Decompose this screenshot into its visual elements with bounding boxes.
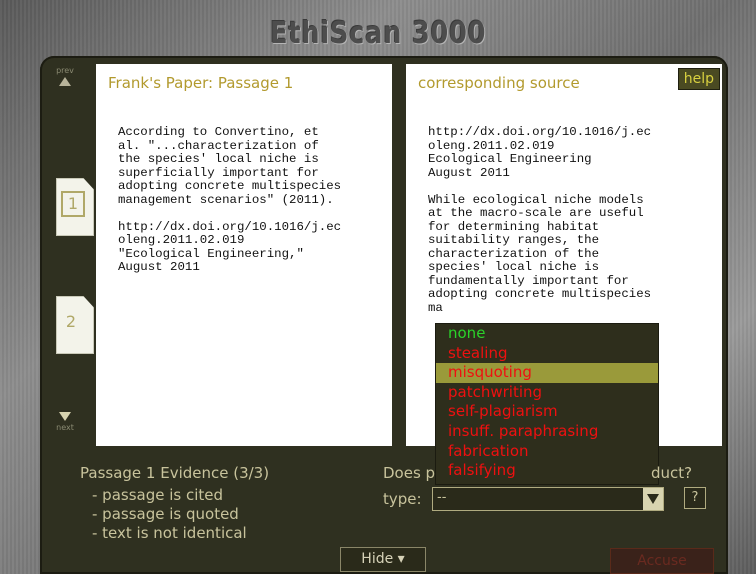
evidence-item: - text is not identical	[92, 524, 247, 542]
arrow-down-icon	[59, 412, 71, 421]
menu-item-patchwriting[interactable]: patchwriting	[436, 383, 658, 403]
evidence-title: Passage 1 Evidence (3/3)	[80, 464, 270, 482]
menu-item-fabrication[interactable]: fabrication	[436, 442, 658, 462]
menu-item-misquoting[interactable]: misquoting	[436, 363, 658, 383]
type-select-value: --	[437, 490, 447, 505]
misconduct-question-start: Does p	[383, 464, 436, 482]
type-label: type:	[383, 490, 422, 508]
page-tab-1[interactable]: 1	[56, 178, 94, 236]
arrow-up-icon	[59, 77, 71, 86]
app-title: EthiScan 3000	[269, 16, 487, 51]
prev-page-button[interactable]: prev	[48, 66, 82, 86]
hide-button[interactable]: Hide ▾	[340, 547, 426, 572]
menu-item-insufficient-paraphrasing[interactable]: insuff. paraphrasing	[436, 422, 658, 442]
student-paper-card: Frank's Paper: Passage 1 According to Co…	[96, 64, 392, 446]
help-button[interactable]: help	[677, 68, 720, 90]
prev-label: prev	[56, 66, 74, 75]
type-help-button[interactable]: ?	[684, 487, 706, 509]
menu-item-self-plagiarism[interactable]: self-plagiarism	[436, 402, 658, 422]
menu-item-stealing[interactable]: stealing	[436, 344, 658, 364]
next-page-button[interactable]: next	[48, 412, 82, 432]
misconduct-dropdown-menu: none stealing misquoting patchwriting se…	[436, 324, 658, 484]
page-number: 2	[65, 312, 77, 331]
page-tab-2[interactable]: 2	[56, 296, 94, 354]
dropdown-arrow-icon[interactable]	[643, 488, 663, 510]
card-title: Frank's Paper: Passage 1	[108, 74, 294, 92]
accuse-button[interactable]: Accuse	[610, 548, 714, 574]
misconduct-question-end: duct?	[651, 464, 693, 482]
card-title: corresponding source	[418, 74, 580, 92]
source-text: http://dx.doi.org/10.1016/j.ec oleng.201…	[428, 125, 652, 315]
evidence-item: - passage is quoted	[92, 505, 239, 523]
menu-item-falsifying[interactable]: falsifying	[436, 461, 658, 481]
type-select[interactable]: --	[432, 487, 664, 511]
menu-item-none[interactable]: none	[436, 324, 658, 344]
title-bar: EthiScan 3000	[0, 0, 756, 58]
evidence-list: - passage is cited - passage is quoted -…	[92, 486, 247, 543]
page-number: 1	[61, 191, 85, 217]
passage-text: According to Convertino, et al. "...char…	[118, 125, 342, 274]
evidence-item: - passage is cited	[92, 486, 224, 504]
next-label: next	[56, 423, 74, 432]
